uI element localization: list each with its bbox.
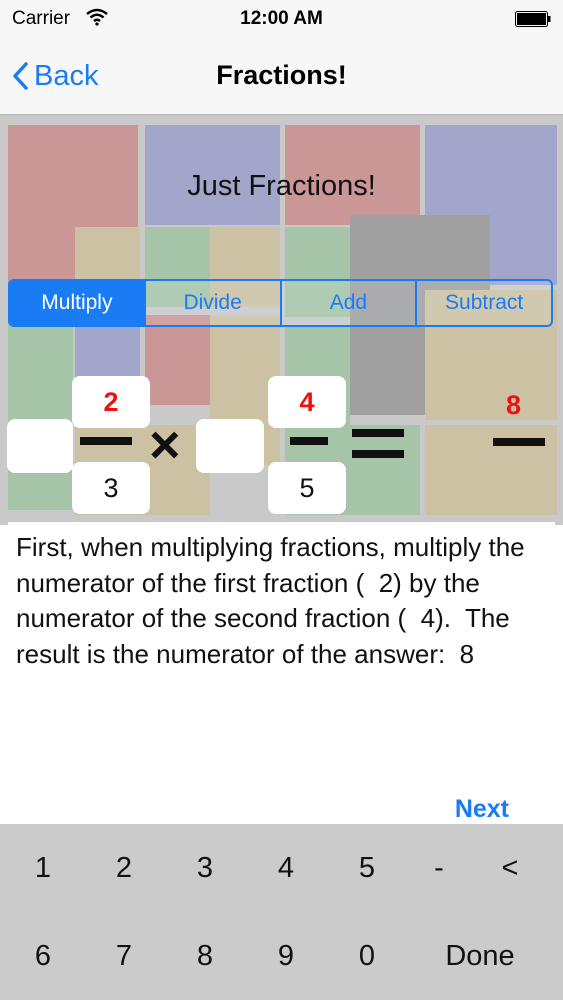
key-2[interactable]: 2	[84, 852, 164, 885]
first-denominator-input[interactable]: 3	[72, 462, 150, 514]
explanation-panel: First, when multiplying fractions, multi…	[8, 522, 555, 824]
first-whole-input[interactable]	[7, 419, 73, 473]
battery-icon	[515, 11, 551, 27]
equals-bar-bottom	[352, 450, 404, 458]
status-bar: Carrier 12:00 AM	[0, 0, 563, 38]
segment-divide[interactable]: Divide	[146, 281, 282, 325]
key-backspace[interactable]: <	[470, 852, 550, 885]
key-6[interactable]: 6	[3, 940, 83, 973]
navigation-bar: Back Fractions!	[0, 38, 563, 115]
segment-add[interactable]: Add	[282, 281, 418, 325]
segment-subtract[interactable]: Subtract	[417, 281, 551, 325]
key-0[interactable]: 0	[327, 940, 407, 973]
answer-fraction-bar	[493, 438, 545, 446]
second-whole-input[interactable]	[196, 419, 264, 473]
second-denominator-input[interactable]: 5	[268, 462, 346, 514]
second-numerator-input[interactable]: 4	[268, 376, 346, 428]
key-5[interactable]: 5	[327, 852, 407, 885]
key-1[interactable]: 1	[3, 852, 83, 885]
status-time: 12:00 AM	[240, 8, 323, 29]
key-minus[interactable]: -	[399, 852, 479, 885]
operation-segmented-control: Multiply Divide Add Subtract	[8, 279, 553, 327]
subtitle: Just Fractions!	[187, 170, 376, 202]
next-button[interactable]: Next	[455, 795, 509, 824]
equals-bar-top	[352, 429, 404, 437]
answer-numerator: 8	[506, 390, 522, 420]
first-numerator-input[interactable]: 2	[72, 376, 150, 428]
key-9[interactable]: 9	[246, 940, 326, 973]
number-keypad: 1 2 3 4 5 - < 6 7 8 9 0 Done	[0, 824, 563, 1000]
key-3[interactable]: 3	[165, 852, 245, 885]
first-fraction-bar	[80, 437, 132, 445]
explanation-text: First, when multiplying fractions, multi…	[16, 532, 532, 669]
key-7[interactable]: 7	[84, 940, 164, 973]
segment-multiply[interactable]: Multiply	[10, 281, 146, 325]
key-done[interactable]: Done	[425, 940, 535, 973]
page-title: Fractions!	[216, 60, 347, 90]
key-4[interactable]: 4	[246, 852, 326, 885]
multiply-operator: ×	[149, 415, 181, 475]
key-8[interactable]: 8	[165, 940, 245, 973]
second-fraction-bar	[290, 437, 328, 445]
